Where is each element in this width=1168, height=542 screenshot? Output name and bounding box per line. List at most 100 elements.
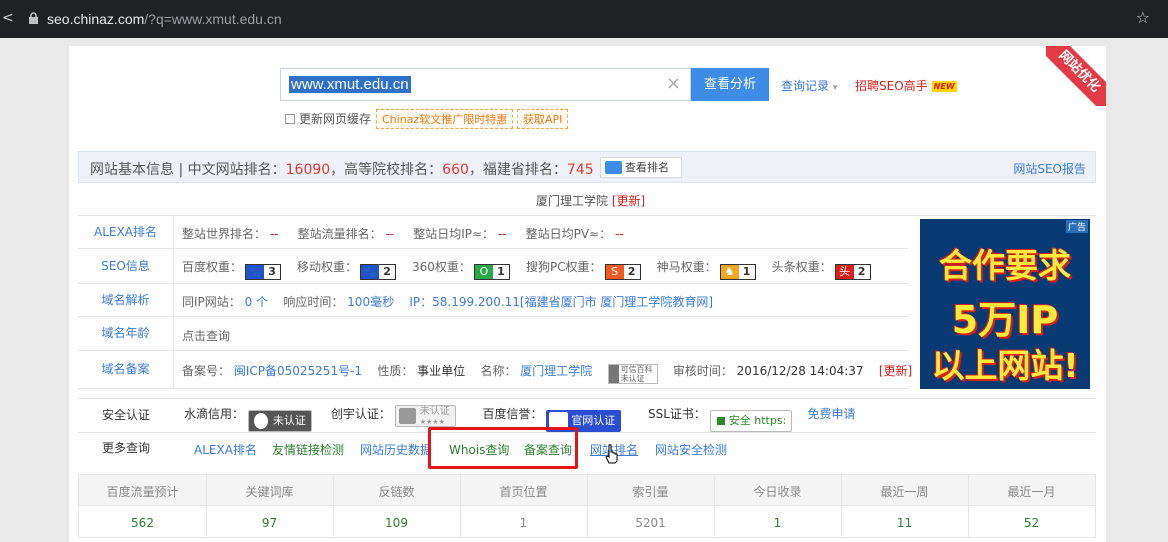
ad-line-1: 合作要求 bbox=[939, 246, 1071, 285]
seo-weight-badge[interactable]: O1 bbox=[473, 264, 510, 280]
stats-header-cell: 今日收录 bbox=[753, 485, 802, 499]
update-link[interactable]: [更新] bbox=[612, 194, 645, 208]
free-apply-link[interactable]: 免费申请 bbox=[808, 407, 856, 421]
seo-weight-item: 百度权重： 🐾 3 bbox=[182, 260, 282, 280]
org-name-label: 名称： bbox=[480, 364, 517, 378]
clear-icon[interactable]: × bbox=[666, 73, 681, 94]
site-name: 厦门理工学院 bbox=[536, 194, 609, 208]
search-input[interactable]: www.xmut.edu.cn × bbox=[280, 68, 691, 101]
chuangyu-stars: ★★★★ bbox=[419, 418, 445, 426]
seo-weight-badge[interactable]: 🐾 2 bbox=[360, 264, 397, 280]
stats-value-cell: 52 bbox=[1023, 516, 1040, 530]
response-label: 响应时间： bbox=[283, 295, 344, 309]
stats-header-cell: 百度流量预计 bbox=[106, 485, 179, 499]
cn-rank-label: 中文网站排名： bbox=[187, 162, 286, 178]
seo-weight-label: 移动权重： bbox=[297, 260, 358, 274]
hire-label: 招聘SEO高手 bbox=[855, 79, 928, 93]
site-name-line: 厦门理工学院 [更新] bbox=[536, 192, 645, 209]
baidu-credit-status: 官网认证 bbox=[571, 414, 616, 427]
stats-header-cell: 反链数 bbox=[378, 485, 415, 499]
bookmark-star-icon[interactable]: ☆ bbox=[1136, 8, 1150, 27]
https-badge[interactable]: 安全 https: bbox=[709, 410, 793, 432]
cache-label: 更新网页缓存 bbox=[299, 112, 372, 126]
water-credit-badge[interactable]: 未认证 bbox=[247, 410, 312, 432]
hire-link[interactable]: 招聘SEO高手 NEW bbox=[855, 77, 957, 94]
daily-ip-value: -- bbox=[497, 227, 507, 241]
stats-divider bbox=[460, 475, 461, 537]
icp-no-link[interactable]: 闽ICP备05025251号-1 bbox=[234, 364, 362, 378]
trend-chart-icon bbox=[605, 161, 622, 174]
page-content: 网站优化 www.xmut.edu.cn × 查看分析 查询记录 ▾ 招聘SEO… bbox=[69, 46, 1106, 542]
seo-weight-badge[interactable]: 头2 bbox=[834, 264, 871, 280]
stats-divider bbox=[841, 475, 842, 537]
lock-icon bbox=[716, 417, 725, 425]
url-path: /?q=www.xmut.edu.cn bbox=[144, 11, 282, 27]
advertisement-banner[interactable]: 广告 合作要求 5万IP 以上网站! bbox=[920, 219, 1090, 389]
water-drop-icon bbox=[253, 413, 268, 429]
search-engine-icon: 🐾 bbox=[361, 265, 380, 279]
cn-rank-value: 16090 bbox=[285, 162, 331, 178]
domain-content: 同IP网站： 0 个 响应时间： 100毫秒 IP：58.199.200.11[… bbox=[182, 293, 713, 310]
chuangyu-badge[interactable]: 未认证 ★★★★ bbox=[394, 405, 456, 427]
seo-row: SEO信息 百度权重： 🐾 3 移动权重： 🐾 2 360权重： O 1 搜狗PC权重： S 2 神马权… bbox=[78, 249, 908, 284]
api-link[interactable]: 获取API bbox=[517, 109, 569, 129]
water-credit-status: 未认证 bbox=[272, 414, 306, 427]
row-label: 更多查询 bbox=[101, 441, 150, 455]
alexa-rank-link[interactable]: ALEXA排名 bbox=[194, 441, 257, 458]
world-rank-value: -- bbox=[269, 227, 279, 241]
back-arrow-icon[interactable]: < bbox=[2, 10, 14, 26]
icp-update-link[interactable]: [更新] bbox=[879, 364, 912, 378]
row-label: 域名解析 bbox=[78, 284, 174, 316]
search-engine-icon: O bbox=[474, 265, 493, 279]
baike-badge[interactable]: 可信百科 未认证 bbox=[607, 364, 658, 384]
stats-divider bbox=[587, 475, 588, 537]
corner-ribbon[interactable]: 网站优化 bbox=[1046, 46, 1106, 106]
seo-weight-label: 头条权重： bbox=[771, 260, 832, 274]
stats-value-cell: 1 bbox=[519, 516, 528, 530]
seo-weight-badge[interactable]: ♞ 1 bbox=[719, 264, 756, 280]
seo-weight-item: 360权重： O 1 bbox=[412, 260, 510, 280]
security-row: 安全认证 水滴信用： 未认证 创宇认证： 未认证 ★★★★ 百度信誉： 官网认证 … bbox=[78, 398, 1096, 432]
address-bar[interactable]: seo.chinaz.com/?q=www.xmut.edu.cn bbox=[47, 11, 282, 27]
audit-time-label: 审核时间： bbox=[672, 364, 733, 378]
site-security-link[interactable]: 网站安全检测 bbox=[655, 441, 727, 458]
ip-link[interactable]: IP：58.199.200.11[福建省厦门市 厦门理工学院教育网] bbox=[409, 295, 713, 309]
seo-weight-label: 百度权重： bbox=[182, 260, 243, 274]
history-data-link[interactable]: 网站历史数据 bbox=[360, 441, 432, 458]
history-dropdown[interactable]: 查询记录 ▾ bbox=[781, 77, 837, 94]
daily-ip-label: 整站日均IP≈： bbox=[413, 227, 495, 241]
cache-checkbox-row[interactable]: 更新网页缓存 bbox=[285, 110, 371, 127]
stats-divider bbox=[206, 475, 207, 537]
basic-info-bar: 网站基本信息 | 中文网站排名：16090，高等院校排名：660，福建省排名：7… bbox=[78, 151, 1096, 183]
corner-ribbon-text: 网站优化 bbox=[1046, 46, 1106, 106]
baike-status: 未认证 bbox=[620, 374, 645, 383]
icp-row: 域名备案 备案号： 闽ICP备05025251号-1 性质： 事业单位 名称： … bbox=[78, 351, 912, 389]
seo-weight-item: 神马权重： ♞ 1 bbox=[657, 260, 756, 280]
age-row: 域名年龄 点击查询 bbox=[78, 317, 908, 351]
search-engine-icon: 🐾 bbox=[246, 265, 265, 279]
seo-weight-badge[interactable]: 🐾 3 bbox=[245, 264, 282, 280]
promo-link[interactable]: Chinaz软文推广限时特惠 bbox=[376, 109, 514, 129]
alexa-content: 整站世界排名： -- 整站流量排名： -- 整站日均IP≈： -- 整站日均PV… bbox=[182, 225, 624, 242]
https-status: 安全 https: bbox=[728, 414, 787, 427]
lock-icon bbox=[29, 12, 38, 24]
same-ip-link[interactable]: 0 个 bbox=[245, 295, 268, 309]
world-rank-label: 整站世界排名： bbox=[182, 227, 267, 241]
org-name-value: 厦门理工学院 bbox=[520, 364, 593, 378]
separator: | bbox=[178, 162, 184, 178]
checkbox[interactable] bbox=[285, 114, 295, 124]
daily-pv-label: 整站日均PV≈： bbox=[525, 227, 612, 241]
seo-report-link[interactable]: 网站SEO报告 bbox=[1013, 160, 1086, 177]
hs-rank-value: 660 bbox=[442, 162, 469, 178]
view-rank-button[interactable]: 查看排名 bbox=[600, 157, 682, 178]
audit-time-value: 2016/12/28 14:04:37 bbox=[736, 364, 864, 378]
same-ip-label: 同IP网站： bbox=[182, 295, 241, 309]
stats-divider bbox=[333, 475, 334, 537]
flow-rank-label: 整站流量排名： bbox=[297, 227, 382, 241]
age-query-link[interactable]: 点击查询 bbox=[182, 327, 230, 344]
search-button[interactable]: 查看分析 bbox=[691, 68, 769, 101]
seo-weight-badge[interactable]: S2 bbox=[604, 264, 641, 280]
stats-value-cell: 1 bbox=[773, 516, 782, 530]
friend-link-check[interactable]: 友情链接检测 bbox=[272, 441, 344, 458]
stats-value-cell: 109 bbox=[385, 516, 408, 530]
